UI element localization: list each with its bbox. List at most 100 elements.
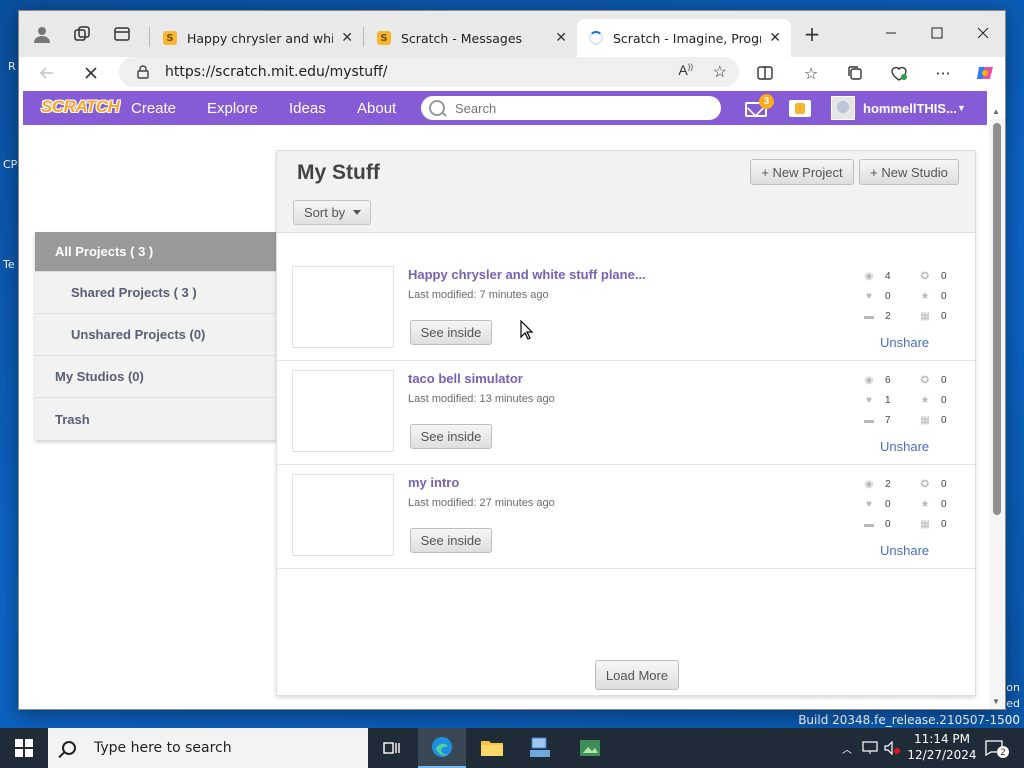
scrollbar-thumb[interactable] bbox=[993, 123, 1001, 515]
see-inside-button[interactable]: See inside bbox=[410, 424, 492, 449]
edge-browser-icon[interactable] bbox=[418, 728, 466, 768]
page-scrollbar[interactable]: ▲ ▼ bbox=[989, 107, 1005, 709]
close-icon[interactable]: ✕ bbox=[341, 30, 353, 46]
collections-icon[interactable] bbox=[841, 60, 869, 86]
scratch-search-box[interactable] bbox=[421, 96, 721, 120]
views-count: 6 bbox=[885, 375, 891, 386]
new-tab-icon[interactable]: + bbox=[799, 21, 825, 47]
comments-count: 2 bbox=[885, 311, 891, 322]
browser-essentials-icon[interactable] bbox=[885, 60, 913, 86]
project-title-link[interactable]: taco bell simulator bbox=[408, 371, 523, 386]
nav-about-link[interactable]: About bbox=[357, 100, 396, 117]
unshare-link[interactable]: Unshare bbox=[880, 335, 929, 350]
more-options-icon[interactable]: ··· bbox=[929, 60, 957, 86]
profile-icon[interactable] bbox=[29, 21, 55, 47]
browser-window: S Happy chrysler and white stu ✕ S Scrat… bbox=[18, 10, 1006, 710]
notification-center-icon[interactable]: 2 bbox=[982, 728, 1009, 768]
scratch-logo[interactable]: SCRATCH bbox=[37, 97, 123, 119]
favorites-icon[interactable]: ☆ bbox=[797, 60, 825, 86]
project-row: my intro Last modified: 27 minutes ago S… bbox=[277, 465, 975, 569]
sidebar-item-unshared-projects[interactable]: Unshared Projects (0) bbox=[35, 314, 277, 356]
project-thumbnail[interactable] bbox=[292, 370, 394, 452]
messages-count-badge[interactable]: 3 bbox=[759, 94, 774, 109]
project-thumbnail[interactable] bbox=[292, 266, 394, 348]
task-view-icon[interactable] bbox=[368, 728, 416, 768]
chevron-up-icon[interactable]: ︿ bbox=[838, 728, 856, 768]
copilot-icon[interactable] bbox=[971, 60, 999, 86]
search-input[interactable] bbox=[455, 100, 705, 116]
favorite-star-icon: ★ bbox=[920, 395, 930, 406]
volume-muted-icon[interactable] bbox=[882, 728, 902, 768]
network-app-icon[interactable] bbox=[516, 728, 564, 768]
unshare-link[interactable]: Unshare bbox=[880, 543, 929, 558]
avatar[interactable] bbox=[831, 96, 855, 120]
lock-icon[interactable] bbox=[137, 65, 151, 79]
scroll-up-icon[interactable]: ▲ bbox=[992, 107, 1000, 116]
sort-by-dropdown[interactable]: Sort by bbox=[293, 200, 371, 225]
taskbar-search-text[interactable]: Type here to search bbox=[94, 740, 232, 756]
new-project-button[interactable]: + New Project bbox=[750, 159, 854, 185]
sidebar-item-shared-projects[interactable]: Shared Projects ( 3 ) bbox=[35, 272, 277, 314]
desktop-icon-label[interactable]: CP bbox=[3, 158, 17, 171]
studios-icon: ▦ bbox=[920, 311, 930, 322]
file-explorer-icon[interactable] bbox=[468, 728, 516, 768]
unshare-link[interactable]: Unshare bbox=[880, 439, 929, 454]
stop-loading-icon[interactable] bbox=[77, 60, 105, 86]
taskbar-clock[interactable]: 11:14 PM 12/27/2024 bbox=[902, 731, 982, 763]
page-viewport: SCRATCH Create Explore Ideas About 3 hom… bbox=[19, 89, 1005, 709]
nav-explore-link[interactable]: Explore bbox=[207, 100, 258, 117]
tab-strip: S Happy chrysler and white stu ✕ S Scrat… bbox=[19, 11, 1005, 57]
comments-icon: ▬ bbox=[864, 311, 874, 322]
back-icon[interactable] bbox=[33, 60, 61, 86]
split-screen-icon[interactable] bbox=[751, 60, 779, 86]
load-more-button[interactable]: Load More bbox=[595, 660, 679, 690]
desktop-icon-label[interactable]: Te bbox=[3, 258, 15, 271]
studios-count: 0 bbox=[941, 415, 947, 426]
tab-title: Scratch - Messages bbox=[401, 30, 523, 46]
scroll-down-icon[interactable]: ▼ bbox=[992, 697, 1000, 706]
network-icon[interactable] bbox=[860, 728, 880, 768]
tab-actions-icon[interactable] bbox=[109, 21, 135, 47]
caret-down-icon bbox=[353, 210, 362, 215]
project-title-link[interactable]: Happy chrysler and white stuff plane... bbox=[408, 267, 646, 282]
loading-spinner-icon bbox=[589, 31, 603, 45]
tab-project[interactable]: S Happy chrysler and white stu ✕ bbox=[151, 19, 363, 57]
my-stuff-folder-icon[interactable] bbox=[789, 100, 811, 117]
nav-ideas-link[interactable]: Ideas bbox=[289, 100, 326, 117]
start-button[interactable] bbox=[0, 728, 48, 768]
search-icon bbox=[429, 100, 445, 116]
read-aloud-icon[interactable]: A)) bbox=[678, 62, 693, 78]
tab-mystuff[interactable]: Scratch - Imagine, Program, ✕ bbox=[577, 19, 791, 57]
browser-toolbar: https://scratch.mit.edu/mystuff/ A)) ☆ ☆… bbox=[19, 57, 1005, 89]
url-text[interactable]: https://scratch.mit.edu/mystuff/ bbox=[165, 64, 388, 80]
sidebar-item-trash[interactable]: Trash bbox=[35, 398, 277, 440]
see-inside-button[interactable]: See inside bbox=[410, 320, 492, 345]
tab-messages[interactable]: S Scratch - Messages ✕ bbox=[365, 19, 577, 57]
username-label[interactable]: hommellTHIS... bbox=[863, 101, 957, 116]
sidebar-item-all-projects[interactable]: All Projects ( 3 ) bbox=[35, 232, 277, 272]
nav-create-link[interactable]: Create bbox=[131, 100, 176, 117]
close-icon[interactable]: ✕ bbox=[555, 30, 567, 46]
taskbar-search-box[interactable]: Type here to search bbox=[48, 728, 368, 768]
tab-title: Scratch - Imagine, Program, bbox=[613, 30, 761, 46]
clock-time: 11:14 PM bbox=[914, 732, 970, 746]
see-inside-button[interactable]: See inside bbox=[410, 528, 492, 553]
project-thumbnail[interactable] bbox=[292, 474, 394, 556]
close-icon[interactable]: ✕ bbox=[769, 30, 781, 46]
maximize-icon[interactable] bbox=[917, 21, 957, 45]
new-studio-button[interactable]: + New Studio bbox=[859, 159, 959, 185]
minimize-icon[interactable] bbox=[871, 21, 911, 45]
favorite-star-icon[interactable]: ☆ bbox=[713, 62, 727, 82]
close-window-icon[interactable] bbox=[963, 21, 1003, 45]
studios-icon: ▦ bbox=[920, 415, 930, 426]
project-title-link[interactable]: my intro bbox=[408, 475, 459, 490]
chevron-down-icon[interactable]: ▼ bbox=[957, 103, 966, 113]
desktop-watermark-text: on bbox=[1006, 681, 1020, 694]
page-title: My Stuff bbox=[297, 161, 380, 184]
media-app-icon[interactable] bbox=[566, 728, 614, 768]
sidebar-item-my-studios[interactable]: My Studios (0) bbox=[35, 356, 277, 398]
workspaces-icon[interactable] bbox=[69, 21, 95, 47]
address-bar[interactable]: https://scratch.mit.edu/mystuff/ A)) ☆ bbox=[119, 57, 739, 87]
desktop-icon-label[interactable]: R bbox=[8, 60, 16, 73]
remix-icon: ✪ bbox=[920, 271, 930, 282]
